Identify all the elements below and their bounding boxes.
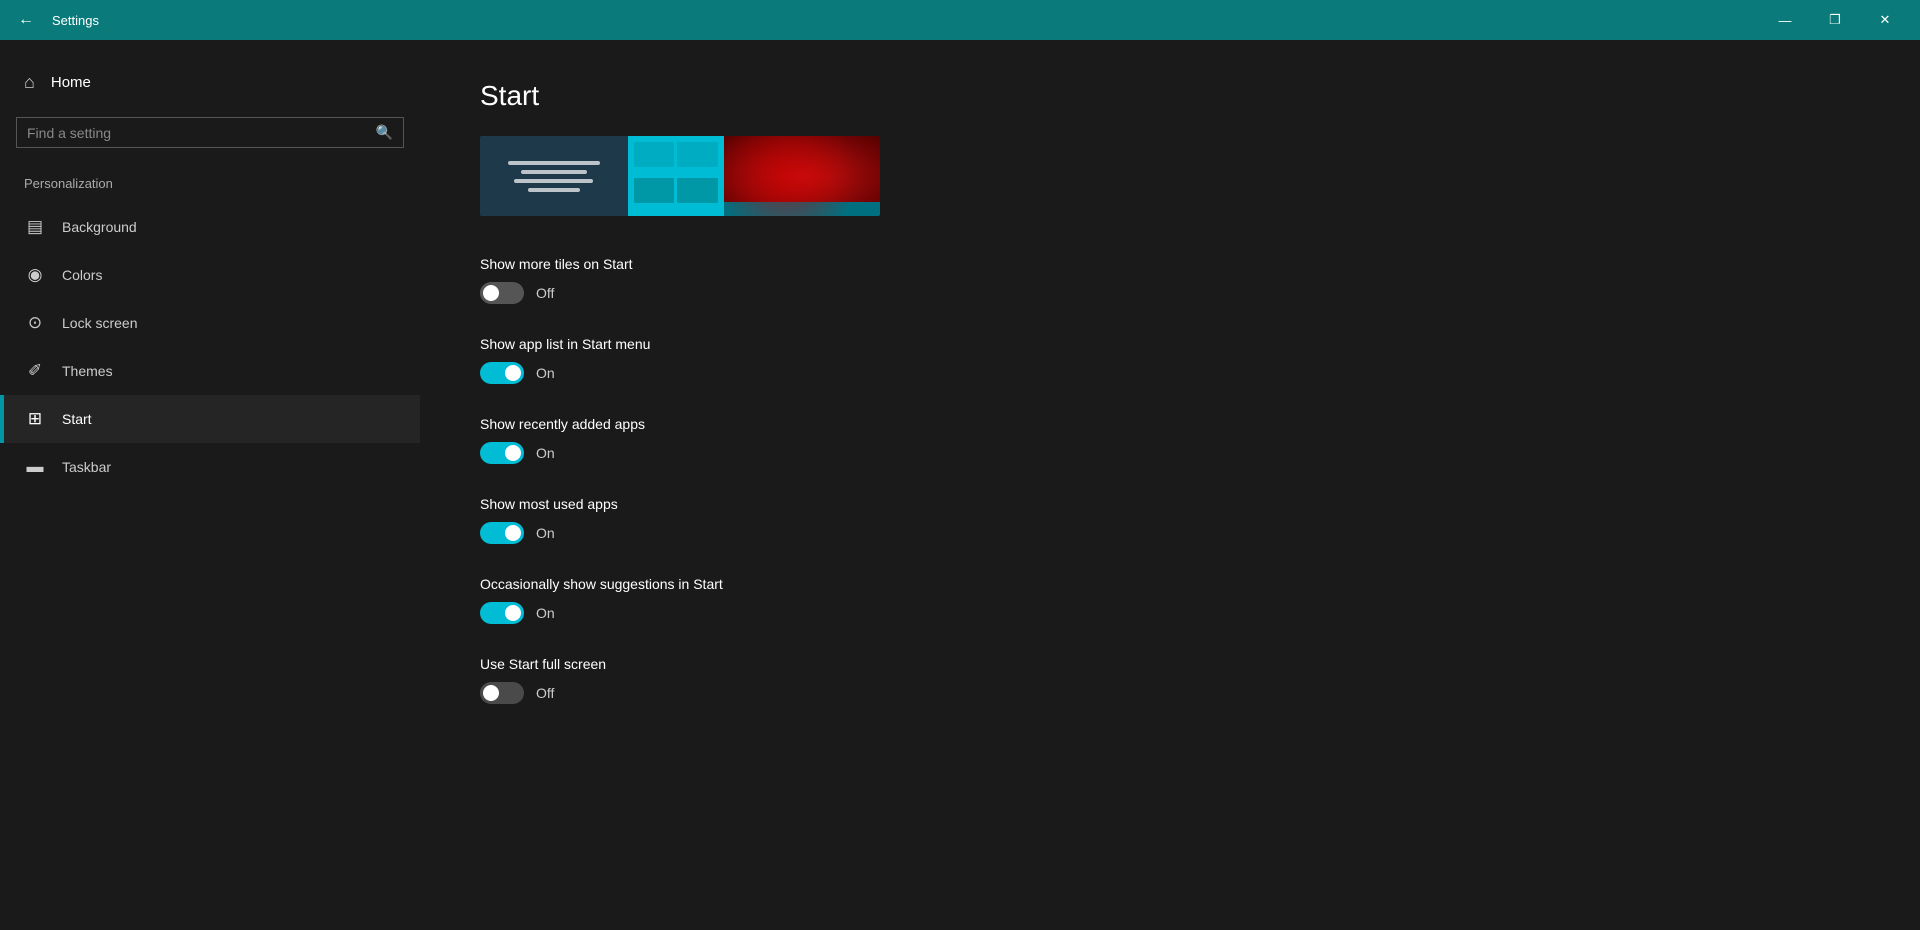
back-icon: ← [18, 11, 34, 29]
toggle-state-show-recently-added: On [536, 445, 555, 461]
colors-label: Colors [62, 267, 102, 283]
settings-list: Show more tiles on Start Off Show app list… [480, 256, 1860, 704]
start-preview [480, 136, 880, 216]
home-icon: ⌂ [24, 72, 35, 93]
setting-label-show-app-list: Show app list in Start menu [480, 336, 1860, 352]
toggle-state-show-app-list: On [536, 365, 555, 381]
toggle-state-show-more-tiles: Off [536, 285, 554, 301]
sidebar-item-background[interactable]: ▤ Background [0, 203, 420, 251]
preview-tile-4 [677, 178, 718, 203]
preview-tiles [628, 136, 724, 216]
toggle-show-more-tiles[interactable] [480, 282, 524, 304]
background-icon: ▤ [24, 217, 46, 237]
toggle-knob-show-app-list [505, 365, 521, 381]
sidebar-item-colors[interactable]: ◉ Colors [0, 251, 420, 299]
setting-label-show-most-used: Show most used apps [480, 496, 1860, 512]
maximize-button[interactable]: ❐ [1812, 4, 1858, 36]
toggle-state-use-full-screen: Off [536, 685, 554, 701]
sidebar-item-lock-screen[interactable]: ⊙ Lock screen [0, 299, 420, 347]
themes-label: Themes [62, 363, 113, 379]
search-input[interactable] [27, 125, 368, 141]
preview-line-2 [521, 170, 587, 174]
toggle-use-full-screen[interactable] [480, 682, 524, 704]
setting-row-use-full-screen: Use Start full screen Off [480, 656, 1860, 704]
preview-left [480, 136, 628, 216]
setting-label-show-recently-added: Show recently added apps [480, 416, 1860, 432]
setting-row-show-suggestions: Occasionally show suggestions in Start On [480, 576, 1860, 624]
toggle-state-show-most-used: On [536, 525, 555, 541]
sidebar-item-themes[interactable]: ✐ Themes [0, 347, 420, 395]
toggle-show-suggestions[interactable] [480, 602, 524, 624]
toggle-knob-show-more-tiles [483, 285, 499, 301]
home-nav-item[interactable]: ⌂ Home [0, 60, 420, 105]
home-label: Home [51, 74, 91, 91]
toggle-show-recently-added[interactable] [480, 442, 524, 464]
toggle-knob-show-recently-added [505, 445, 521, 461]
setting-row-show-more-tiles: Show more tiles on Start Off [480, 256, 1860, 304]
setting-row-show-app-list: Show app list in Start menu On [480, 336, 1860, 384]
preview-line-4 [528, 188, 581, 192]
taskbar-label: Taskbar [62, 459, 111, 475]
setting-label-show-suggestions: Occasionally show suggestions in Start [480, 576, 1860, 592]
setting-row-show-recently-added: Show recently added apps On [480, 416, 1860, 464]
main-container: ⌂ Home 🔍 Personalization ▤ Background ◉ Col… [0, 40, 1920, 930]
toggle-knob-show-most-used [505, 525, 521, 541]
toggle-row-show-recently-added: On [480, 442, 1860, 464]
toggle-show-most-used[interactable] [480, 522, 524, 544]
sidebar: ⌂ Home 🔍 Personalization ▤ Background ◉ Col… [0, 40, 420, 930]
toggle-row-use-full-screen: Off [480, 682, 1860, 704]
lock-screen-label: Lock screen [62, 315, 137, 331]
preview-tile-2 [677, 142, 718, 167]
toggle-row-show-app-list: On [480, 362, 1860, 384]
preview-line-1 [508, 161, 600, 165]
toggle-state-show-suggestions: On [536, 605, 555, 621]
content-area: Start Show more tiles on Start Off Show ap… [420, 40, 1920, 930]
titlebar-title: Settings [52, 13, 99, 28]
toggle-show-app-list[interactable] [480, 362, 524, 384]
toggle-row-show-more-tiles: Off [480, 282, 1860, 304]
colors-icon: ◉ [24, 265, 46, 285]
titlebar: ← Settings — ❐ ✕ [0, 0, 1920, 40]
setting-label-use-full-screen: Use Start full screen [480, 656, 1860, 672]
lock-screen-icon: ⊙ [24, 313, 46, 333]
taskbar-icon: ▬ [24, 457, 46, 477]
back-button[interactable]: ← [12, 6, 40, 34]
toggle-knob-use-full-screen [483, 685, 499, 701]
setting-label-show-more-tiles: Show more tiles on Start [480, 256, 1860, 272]
preview-red-bg [724, 136, 880, 216]
preview-right [724, 136, 880, 216]
search-box: 🔍 [16, 117, 404, 148]
preview-line-3 [514, 179, 593, 183]
start-label: Start [62, 411, 92, 427]
setting-row-show-most-used: Show most used apps On [480, 496, 1860, 544]
close-button[interactable]: ✕ [1862, 4, 1908, 36]
toggle-row-show-suggestions: On [480, 602, 1860, 624]
sidebar-item-start[interactable]: ⊞ Start [0, 395, 420, 443]
start-icon: ⊞ [24, 409, 46, 429]
titlebar-controls: — ❐ ✕ [1762, 4, 1908, 36]
search-icon[interactable]: 🔍 [376, 124, 393, 141]
titlebar-left: ← Settings [12, 6, 99, 34]
sidebar-item-taskbar[interactable]: ▬ Taskbar [0, 443, 420, 491]
preview-taskbar [724, 202, 880, 216]
minimize-button[interactable]: — [1762, 4, 1808, 36]
section-label: Personalization [0, 168, 420, 199]
themes-icon: ✐ [24, 361, 46, 381]
background-label: Background [62, 219, 137, 235]
nav-list: ▤ Background ◉ Colors ⊙ Lock screen ✐ Themes ⊞ St… [0, 203, 420, 491]
toggle-row-show-most-used: On [480, 522, 1860, 544]
toggle-knob-show-suggestions [505, 605, 521, 621]
preview-tile-3 [634, 178, 675, 203]
page-title: Start [480, 80, 1860, 112]
preview-tile-1 [634, 142, 675, 167]
